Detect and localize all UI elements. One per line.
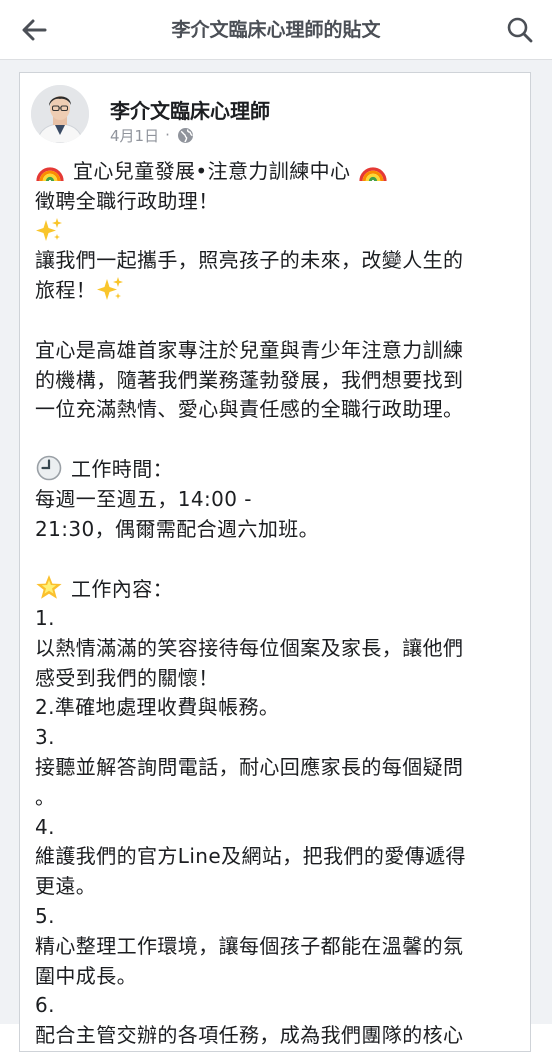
post-line: 徵聘全職行政助理！ bbox=[35, 188, 219, 213]
post-date[interactable]: 4月1日 bbox=[110, 125, 159, 146]
post-line: 21:30，偶爾需配合週六加班。 bbox=[35, 516, 320, 541]
post-line: 感受到我們的關懷！ bbox=[35, 665, 219, 690]
post-line: 1. bbox=[35, 605, 55, 630]
post-line: 讓我們一起攜手，照亮孩子的未來，改變人生的 bbox=[35, 248, 464, 273]
post-line: 宜心兒童發展•注意力訓練中心 bbox=[35, 157, 521, 187]
post-line: 旅程！ bbox=[35, 276, 521, 306]
post-card: 李介文臨床心理師 4月1日 · 宜心兒童發展•注意力訓練中心 徵聘全職行政助理！… bbox=[19, 72, 531, 1052]
post-feed: 李介文臨床心理師 4月1日 · 宜心兒童發展•注意力訓練中心 徵聘全職行政助理！… bbox=[0, 60, 552, 1052]
search-button[interactable] bbox=[500, 10, 540, 50]
author-avatar[interactable] bbox=[31, 85, 89, 143]
post-line: 的機構，隨著我們業務蓬勃發展，我們想要找到 bbox=[35, 367, 464, 392]
post-line: 6. bbox=[35, 993, 55, 1018]
post-line: 接聽並解答詢問電話，耐心回應家長的每個疑問 bbox=[35, 754, 464, 779]
top-app-bar: 李介文臨床心理師的貼文 bbox=[0, 0, 552, 60]
post-text: 工作內容： bbox=[71, 577, 173, 602]
post-line: 。 bbox=[35, 784, 56, 809]
back-button[interactable] bbox=[14, 12, 54, 48]
post-line: 工作內容： bbox=[35, 574, 521, 604]
post-line: 工作時間： bbox=[35, 455, 521, 485]
post-meta: 4月1日 · bbox=[110, 124, 194, 146]
post-line: 5. bbox=[35, 903, 55, 928]
arrow-left-icon bbox=[22, 19, 47, 41]
post-line: 更遠。 bbox=[35, 874, 97, 899]
post-body: 宜心兒童發展•注意力訓練中心 徵聘全職行政助理！ 讓我們一起攜手，照亮孩子的未來… bbox=[35, 157, 521, 1051]
post-line: 2.準確地處理收費與帳務。 bbox=[35, 695, 280, 720]
page-title: 李介文臨床心理師的貼文 bbox=[171, 19, 381, 41]
profile-photo-icon bbox=[31, 85, 89, 143]
post-line: 圍中成長。 bbox=[35, 963, 137, 988]
globe-icon bbox=[177, 127, 193, 143]
post-line: 精心整理工作環境，讓每個孩子都能在溫馨的氛 bbox=[35, 933, 464, 958]
post-line: 以熱情滿滿的笑容接待每位個案及家長，讓他們 bbox=[35, 635, 464, 660]
post-line: 4. bbox=[35, 814, 55, 839]
post-line: 配合主管交辦的各項任務，成為我們團隊的核心 bbox=[35, 1023, 464, 1048]
post-line: 一位充滿熱情、愛心與責任感的全職行政助理。 bbox=[35, 397, 464, 422]
rainbow-icon bbox=[359, 167, 388, 182]
glowing-star-icon bbox=[36, 575, 62, 599]
post-line: 3. bbox=[35, 725, 55, 750]
sparkles-icon bbox=[97, 277, 124, 301]
post-text: 旅程！ bbox=[35, 278, 97, 303]
post-text: 工作時間： bbox=[71, 456, 173, 481]
clock-icon bbox=[36, 455, 62, 481]
meta-separator: · bbox=[165, 126, 170, 144]
post-line: 維護我們的官方Line及網站，把我們的愛傳遞得 bbox=[35, 844, 466, 869]
post-text: 宜心兒童發展•注意力訓練中心 bbox=[73, 159, 351, 183]
post-line: 宜心是高雄首家專注於兒童與青少年注意力訓練 bbox=[35, 337, 464, 362]
rainbow-icon bbox=[36, 167, 64, 182]
post-author-name[interactable]: 李介文臨床心理師 bbox=[110, 95, 270, 124]
post-line bbox=[35, 217, 521, 247]
post-line: 每週一至週五，14:00 - bbox=[35, 486, 252, 511]
sparkles-icon bbox=[36, 217, 62, 241]
search-icon bbox=[507, 17, 533, 43]
